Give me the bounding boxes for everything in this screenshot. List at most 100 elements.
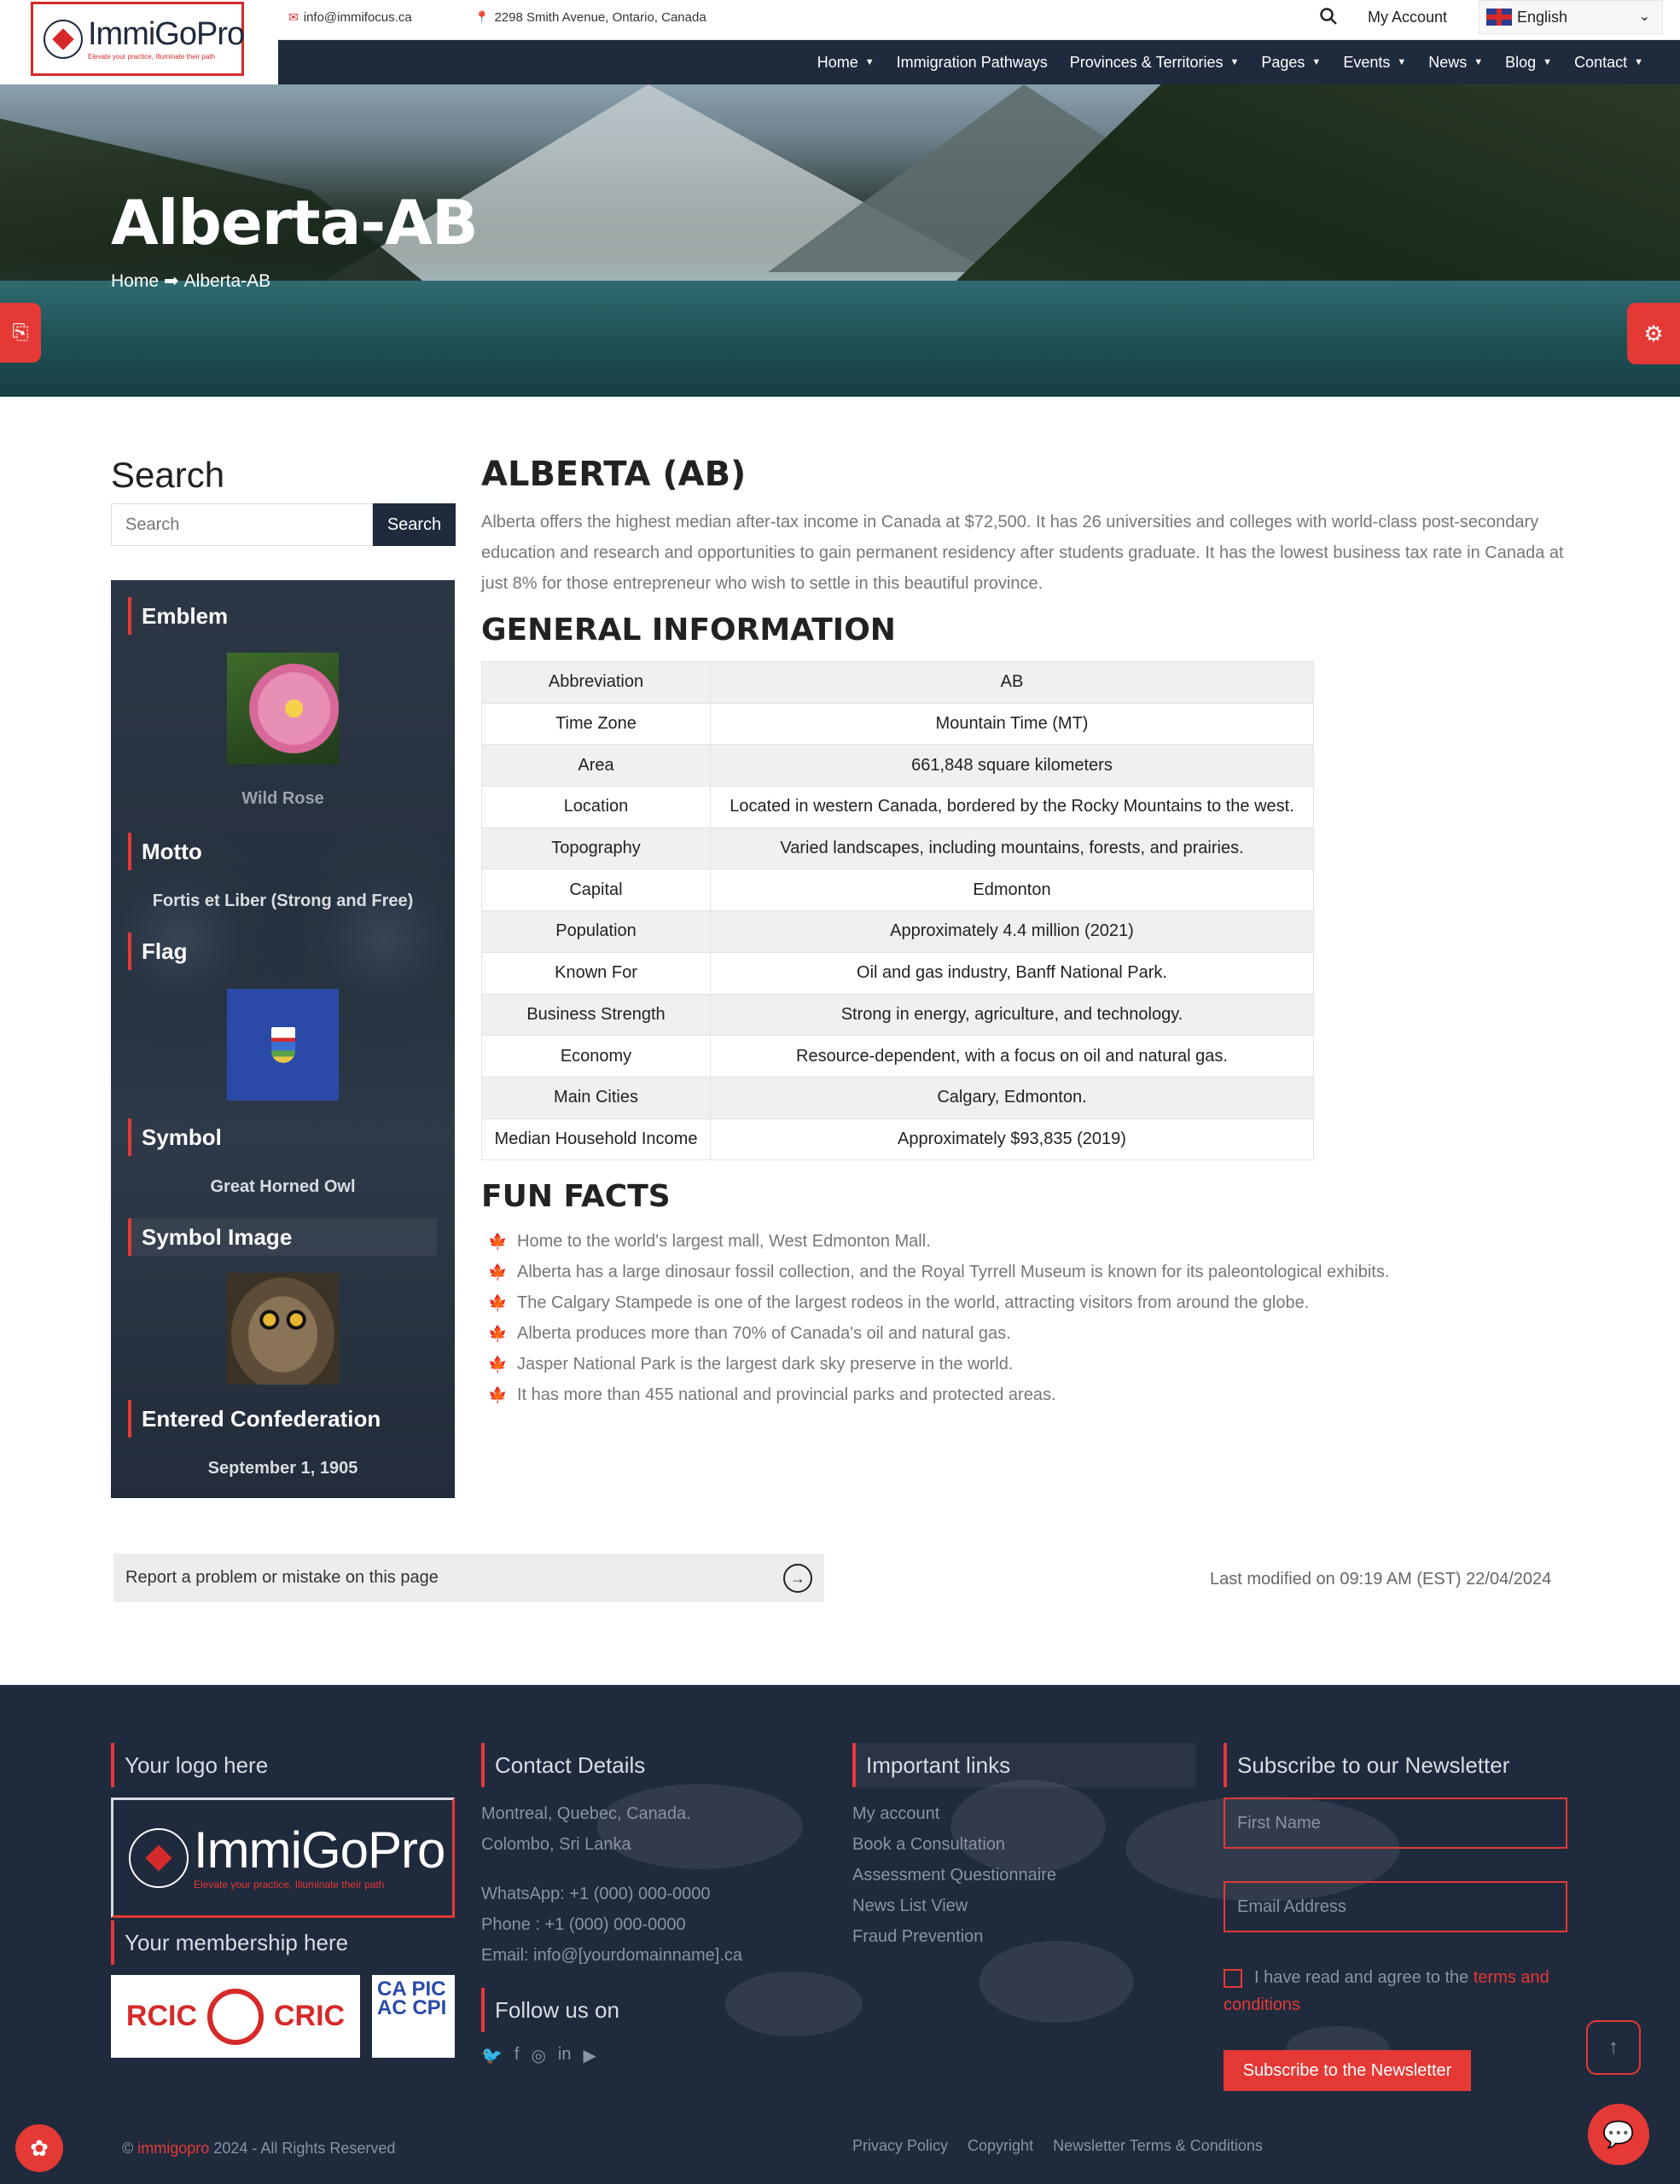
nav-item-news[interactable]: News ▼ <box>1417 54 1494 72</box>
terms-checkbox[interactable] <box>1224 1968 1242 1988</box>
nav-item-pages[interactable]: Pages ▼ <box>1250 54 1332 72</box>
uk-flag-icon <box>1486 9 1512 26</box>
motto-value: Fortis et Liber (Strong and Free) <box>152 892 414 910</box>
nav-item-label: Provinces & Territories <box>1069 53 1224 71</box>
top-email[interactable]: ✉ info@immifocus.ca <box>288 10 412 25</box>
confederation-value: September 1, 1905 <box>207 1459 358 1478</box>
general-info-heading: GENERAL INFORMATION <box>481 613 896 648</box>
table-cell-key: Topography <box>481 827 711 870</box>
table-cell-key: Main Cities <box>481 1076 711 1119</box>
chat-icon[interactable]: 💬 <box>1588 2104 1649 2165</box>
maple-leaf-icon: 🍁 <box>488 1385 508 1403</box>
fun-fact-text: It has more than 455 national and provin… <box>517 1385 1056 1404</box>
table-row: Capital Edmonton <box>481 868 1314 912</box>
table-row: Abbreviation AB <box>481 661 1314 704</box>
nav-item-provinces-territories[interactable]: Provinces & Territories ▼ <box>1059 54 1251 72</box>
search-input[interactable] <box>111 503 373 546</box>
flag-heading: Flag <box>128 932 187 970</box>
copyright: © immigopro 2024 - All Rights Reserved <box>122 2140 395 2158</box>
province-intro: Alberta offers the highest median after-… <box>481 513 1564 593</box>
nav-item-home[interactable]: Home ▼ <box>806 54 886 72</box>
footer-bottom-link[interactable]: Newsletter Terms & Conditions <box>1053 2137 1263 2155</box>
table-cell-value: Approximately $93,835 (2019) <box>710 1118 1314 1161</box>
copyright-symbol: © <box>122 2140 134 2157</box>
table-cell-key: Abbreviation <box>481 661 711 704</box>
nav-item-label: Immigration Pathways <box>896 53 1048 71</box>
wild-rose-image <box>227 653 339 764</box>
table-cell-value: Located in western Canada, bordered by t… <box>710 786 1314 828</box>
nav-item-label: Pages <box>1261 53 1305 71</box>
nav-items: Home ▼ Immigration Pathways Provinces & Ter… <box>806 40 1654 84</box>
newsletter-heading: Subscribe to our Newsletter <box>1224 1743 1509 1787</box>
contact-email[interactable]: Email: info@[yourdomainname].ca <box>481 1940 742 1971</box>
cookie-settings-icon[interactable]: ✿ <box>15 2124 63 2172</box>
facebook-icon[interactable]: f <box>514 2045 520 2066</box>
contact-phone[interactable]: Phone : +1 (000) 000-0000 <box>481 1909 686 1940</box>
footer-link[interactable]: News List View <box>852 1891 968 1921</box>
twitter-icon[interactable]: 🐦 <box>481 2045 503 2066</box>
first-name-input[interactable] <box>1224 1798 1567 1849</box>
top-address-text: 2298 Smith Avenue, Ontario, Canada <box>494 10 706 25</box>
copyright-brand-link[interactable]: immigopro <box>137 2140 209 2157</box>
search-button[interactable]: Search <box>373 503 456 546</box>
contact-whatsapp[interactable]: WhatsApp: +1 (000) 000-0000 <box>481 1879 711 1909</box>
table-cell-key: Area <box>481 744 711 787</box>
nav-item-events[interactable]: Events ▼ <box>1332 54 1417 72</box>
language-label: English <box>1517 8 1568 26</box>
nav-item-blog[interactable]: Blog ▼ <box>1494 54 1563 72</box>
search-icon[interactable] <box>1319 7 1338 31</box>
footer-link[interactable]: Book a Consultation <box>852 1829 1005 1860</box>
fun-facts-list: 🍁 Home to the world's largest mall, West … <box>488 1226 1389 1410</box>
footer-logo[interactable]: ImmiGoPro Elevate your practice, Illumin… <box>111 1798 455 1918</box>
my-account-link[interactable]: My Account <box>1368 9 1447 26</box>
report-problem-bar[interactable]: Report a problem or mistake on this page… <box>113 1554 824 1602</box>
great-horned-owl-image <box>227 1273 339 1385</box>
symbol-image-heading: Symbol Image <box>128 1218 437 1256</box>
list-item: 🍁 Jasper National Park is the largest dar… <box>488 1349 1389 1380</box>
province-facts-panel: Emblem Wild Rose Motto Fortis et Liber (… <box>111 580 455 1498</box>
fun-fact-text: Jasper National Park is the largest dark… <box>517 1354 1014 1374</box>
list-item: 🍁 The Calgary Stampede is one of the larg… <box>488 1287 1389 1318</box>
site-logo[interactable]: ImmiGoPro Elevate your practice, Illumin… <box>0 0 278 84</box>
footer-link[interactable]: Fraud Prevention <box>852 1921 983 1952</box>
nav-item-contact[interactable]: Contact ▼ <box>1563 54 1654 72</box>
fun-fact-text: Alberta has a large dinosaur fossil coll… <box>517 1262 1390 1281</box>
maple-seal-icon <box>207 1988 264 2045</box>
copyright-text: 2024 - All Rights Reserved <box>213 2140 396 2157</box>
footer-link[interactable]: Assessment Questionnaire <box>852 1860 1056 1891</box>
email-address-input[interactable] <box>1224 1881 1567 1932</box>
instagram-icon[interactable]: ◎ <box>531 2045 545 2066</box>
contact-address-2: Colombo, Sri Lanka <box>481 1835 631 1854</box>
table-cell-key: Capital <box>481 868 711 912</box>
footer-bottom-link[interactable]: Privacy Policy <box>852 2137 948 2155</box>
logo-name: ImmiGoPro <box>88 15 245 52</box>
nav-item-immigration-pathways[interactable]: Immigration Pathways <box>886 54 1059 72</box>
caret-down-icon: ▼ <box>1397 57 1407 67</box>
consent-text: I have read and agree to the <box>1254 1968 1469 1987</box>
alberta-shield-icon <box>270 1026 295 1063</box>
footer-link[interactable]: My account <box>852 1798 939 1829</box>
terms-consent: I have read and agree to the terms and c… <box>1224 1964 1567 2018</box>
footer-bottom-link[interactable]: Copyright <box>968 2137 1033 2155</box>
breadcrumb-home[interactable]: Home <box>111 271 159 292</box>
top-address: 📍 2298 Smith Avenue, Ontario, Canada <box>474 10 706 25</box>
language-select[interactable]: English ⌄ <box>1479 0 1663 34</box>
bookmark-tab-icon[interactable]: ⎘ <box>0 303 41 363</box>
capic-badge: CA PIC AC CPI <box>372 1975 455 2058</box>
subscribe-button[interactable]: Subscribe to the Newsletter <box>1224 2050 1471 2091</box>
gear-icon[interactable]: ⚙ <box>1627 303 1680 364</box>
arrow-circle-right-icon[interactable]: → <box>783 1564 812 1593</box>
breadcrumb: Home ➡ Alberta-AB <box>111 270 270 292</box>
linkedin-icon[interactable]: in <box>558 2045 572 2066</box>
maple-leaf-icon: 🍁 <box>488 1263 508 1281</box>
table-cell-value: Resource-dependent, with a focus on oil … <box>710 1035 1314 1077</box>
compass-leaf-icon <box>44 19 83 59</box>
caret-down-icon: ▼ <box>1543 57 1553 67</box>
table-cell-key: Economy <box>481 1035 711 1077</box>
rcic-badge: RCIC CRIC <box>111 1975 360 2058</box>
scroll-up-icon[interactable]: ↑ <box>1586 2020 1641 2075</box>
maple-leaf-icon: 🍁 <box>488 1355 508 1373</box>
youtube-icon[interactable]: ▶ <box>584 2045 596 2066</box>
table-row: Time Zone Mountain Time (MT) <box>481 702 1314 746</box>
footer-logo-name: ImmiGoPro <box>194 1821 445 1879</box>
